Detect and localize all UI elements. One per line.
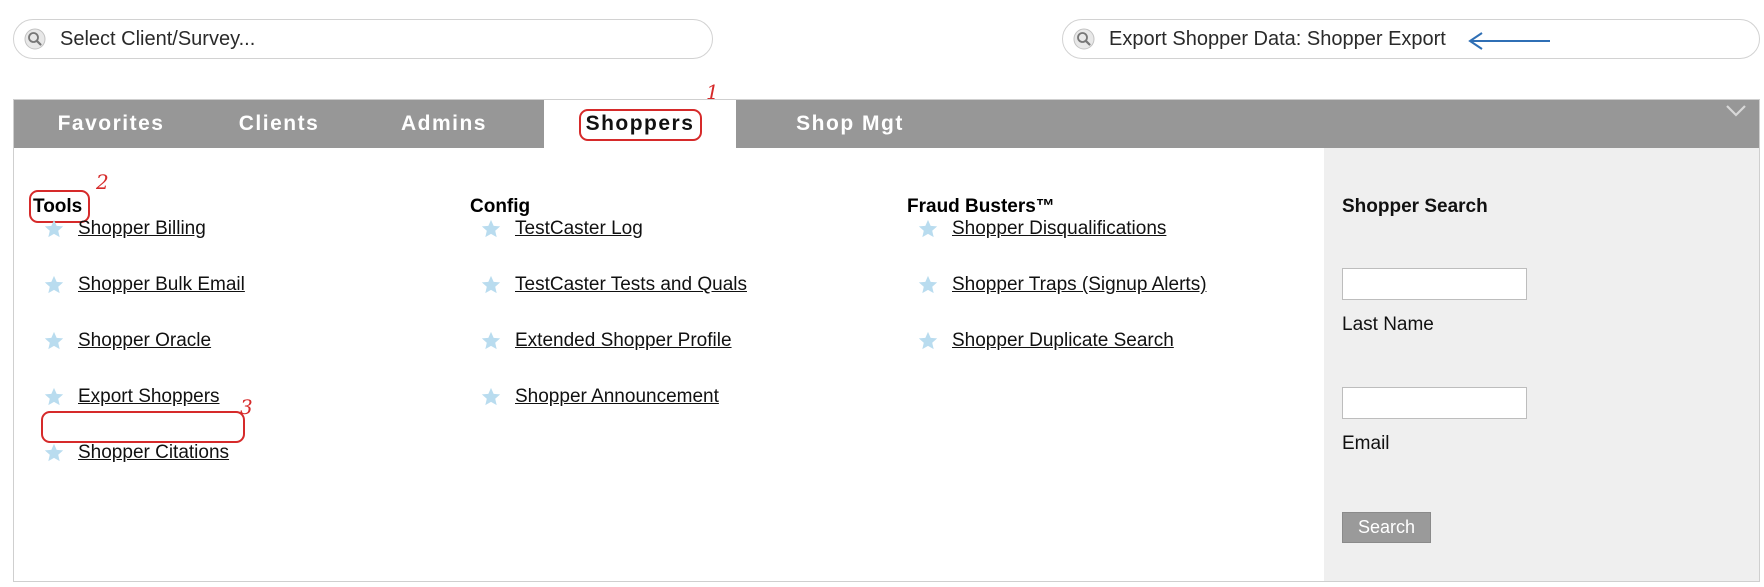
shopper-search-panel: Shopper Search Last Name Email Search [1324, 148, 1759, 581]
star-icon[interactable] [917, 218, 939, 240]
menu-search-value: Export Shopper Data: Shopper Export [1109, 27, 1446, 50]
last-name-input[interactable] [1342, 268, 1527, 300]
star-icon[interactable] [43, 274, 65, 296]
star-icon[interactable] [917, 274, 939, 296]
link-shopper-oracle[interactable]: Shopper Oracle [43, 330, 211, 352]
link-shopper-citations[interactable]: Shopper Citations [43, 442, 229, 464]
link-shopper-disqualifications[interactable]: Shopper Disqualifications [917, 218, 1166, 240]
link-label[interactable]: Extended Shopper Profile [515, 330, 732, 352]
link-label[interactable]: Shopper Disqualifications [952, 218, 1166, 240]
link-testcaster-log[interactable]: TestCaster Log [480, 218, 643, 240]
star-icon[interactable] [43, 218, 65, 240]
star-icon[interactable] [917, 330, 939, 352]
link-label[interactable]: Shopper Billing [78, 218, 206, 240]
link-export-shoppers[interactable]: Export Shoppers [43, 386, 220, 408]
shopper-search-title: Shopper Search [1342, 196, 1488, 217]
link-label[interactable]: Export Shoppers [78, 386, 220, 408]
email-label: Email [1342, 433, 1390, 454]
link-label[interactable]: TestCaster Tests and Quals [515, 274, 747, 296]
star-icon[interactable] [480, 274, 502, 296]
tab-admins[interactable]: Admins [369, 100, 519, 148]
tab-clients[interactable]: Clients [204, 100, 354, 148]
annotation-number-3: 3 [240, 395, 253, 419]
last-name-label: Last Name [1342, 314, 1434, 335]
link-shopper-bulk-email[interactable]: Shopper Bulk Email [43, 274, 245, 296]
star-icon[interactable] [43, 442, 65, 464]
link-shopper-announcement[interactable]: Shopper Announcement [480, 386, 719, 408]
star-icon[interactable] [480, 386, 502, 408]
link-label[interactable]: Shopper Traps (Signup Alerts) [952, 274, 1207, 296]
client-survey-placeholder: Select Client/Survey... [60, 27, 256, 50]
star-icon[interactable] [43, 330, 65, 352]
link-shopper-duplicate-search[interactable]: Shopper Duplicate Search [917, 330, 1174, 352]
link-label[interactable]: Shopper Announcement [515, 386, 719, 408]
star-icon[interactable] [480, 330, 502, 352]
star-icon[interactable] [43, 386, 65, 408]
chevron-down-icon[interactable] [1725, 104, 1747, 118]
link-label[interactable]: Shopper Citations [78, 442, 229, 464]
menu-search[interactable]: Export Shopper Data: Shopper Export [1062, 19, 1760, 59]
tab-shop-mgt[interactable]: Shop Mgt [754, 100, 946, 148]
mega-menu: Favorites Clients Admins Shoppers Shop M… [13, 80, 1760, 582]
link-label[interactable]: Shopper Duplicate Search [952, 330, 1174, 352]
link-label[interactable]: TestCaster Log [515, 218, 643, 240]
search-icon [24, 28, 46, 50]
link-shopper-traps[interactable]: Shopper Traps (Signup Alerts) [917, 274, 1207, 296]
annotation-number-1: 1 [706, 80, 719, 104]
link-extended-shopper-profile[interactable]: Extended Shopper Profile [480, 330, 732, 352]
search-icon [1073, 28, 1095, 50]
annotation-number-2: 2 [96, 170, 109, 194]
client-survey-search[interactable]: Select Client/Survey... [13, 19, 713, 59]
link-label[interactable]: Shopper Bulk Email [78, 274, 245, 296]
arrow-left-icon [1468, 32, 1550, 50]
star-icon[interactable] [480, 218, 502, 240]
link-label[interactable]: Shopper Oracle [78, 330, 211, 352]
tab-bar: Favorites Clients Admins Shoppers Shop M… [14, 100, 1759, 148]
annotation-box-3 [41, 411, 245, 443]
config-heading: Config [470, 196, 531, 217]
annotation-box-1 [579, 109, 702, 141]
link-testcaster-tests-quals[interactable]: TestCaster Tests and Quals [480, 274, 747, 296]
tab-favorites[interactable]: Favorites [32, 100, 190, 148]
email-input[interactable] [1342, 387, 1527, 419]
search-button[interactable]: Search [1342, 512, 1431, 543]
fraud-busters-heading: Fraud Busters™ [907, 196, 1055, 217]
link-shopper-billing[interactable]: Shopper Billing [43, 218, 206, 240]
